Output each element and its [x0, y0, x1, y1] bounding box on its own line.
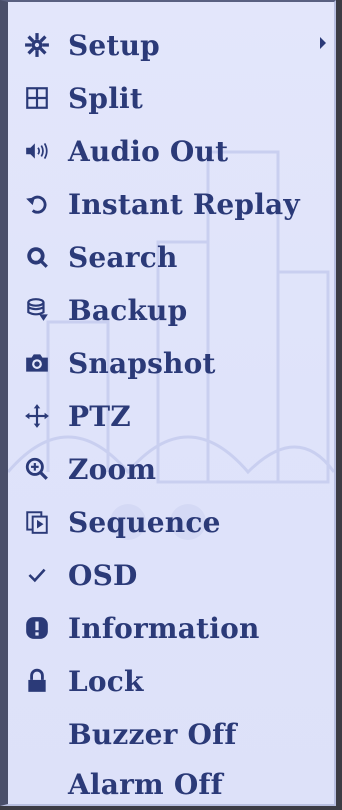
menu-item-label: Split: [68, 81, 144, 115]
menu-item-label: Snapshot: [68, 346, 216, 380]
menu-item-label: Lock: [68, 664, 144, 698]
info-icon: [20, 611, 54, 645]
menu-item-snapshot[interactable]: Snapshot: [20, 343, 330, 383]
gear-icon: [20, 28, 54, 62]
menu-item-osd[interactable]: OSD: [20, 555, 330, 595]
menu-item-label: Search: [68, 240, 178, 274]
menu-item-label: Sequence: [68, 505, 221, 539]
menu-item-sequence[interactable]: Sequence: [20, 502, 330, 542]
menu-item-label: PTZ: [68, 399, 131, 433]
context-menu: Setup Split Audio Out Instant Replay Sea…: [0, 0, 336, 806]
menu-item-label: Setup: [68, 28, 160, 62]
menu-item-alarm-off[interactable]: Alarm Off: [20, 764, 330, 804]
submenu-arrow-icon: [320, 37, 326, 49]
speaker-icon: [20, 134, 54, 168]
menu-item-setup[interactable]: Setup: [20, 25, 330, 65]
move-arrows-icon: [20, 399, 54, 433]
grid-split-icon: [20, 81, 54, 115]
menu-item-ptz[interactable]: PTZ: [20, 396, 330, 436]
menu-item-instant-replay[interactable]: Instant Replay: [20, 184, 330, 224]
menu-item-backup[interactable]: Backup: [20, 290, 330, 330]
zoom-in-icon: [20, 452, 54, 486]
menu-item-label: Instant Replay: [68, 187, 300, 221]
menu-item-label: Zoom: [68, 452, 157, 486]
menu-item-search[interactable]: Search: [20, 237, 330, 277]
menu-item-label: Audio Out: [68, 134, 229, 168]
lock-icon: [20, 664, 54, 698]
checkmark-icon: [20, 558, 54, 592]
menu-item-label: OSD: [68, 558, 138, 592]
menu-item-zoom[interactable]: Zoom: [20, 449, 330, 489]
camera-icon: [20, 346, 54, 380]
backup-icon: [20, 293, 54, 327]
menu-item-audio-out[interactable]: Audio Out: [20, 131, 330, 171]
search-icon: [20, 240, 54, 274]
menu-item-buzzer-off[interactable]: Buzzer Off: [20, 714, 330, 754]
menu-item-information[interactable]: Information: [20, 608, 330, 648]
sequence-icon: [20, 505, 54, 539]
menu-item-split[interactable]: Split: [20, 78, 330, 118]
menu-item-label: Buzzer Off: [68, 717, 237, 751]
menu-item-label: Information: [68, 611, 260, 645]
menu-item-label: Alarm Off: [68, 767, 223, 801]
menu-item-lock[interactable]: Lock: [20, 661, 330, 701]
menu-item-label: Backup: [68, 293, 188, 327]
replay-icon: [20, 187, 54, 221]
